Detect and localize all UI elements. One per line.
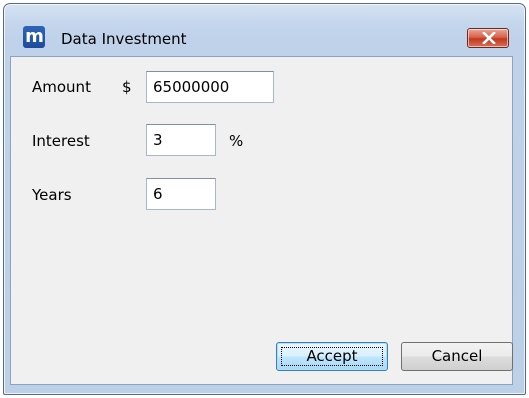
amount-label: Amount	[32, 78, 91, 96]
cancel-button-label: Cancel	[431, 347, 483, 365]
amount-input[interactable]: 65000000	[146, 71, 274, 103]
close-button[interactable]	[467, 28, 509, 48]
window-title: Data Investment	[61, 30, 187, 48]
years-input[interactable]: 6	[146, 178, 216, 210]
cancel-button[interactable]: Cancel	[401, 342, 513, 371]
dialog-content	[10, 56, 513, 385]
years-label: Years	[32, 186, 72, 204]
amount-currency-symbol: $	[122, 78, 132, 96]
interest-percent-symbol: %	[229, 132, 244, 150]
app-logo-icon: m	[23, 26, 45, 48]
interest-input[interactable]: 3	[146, 124, 216, 156]
interest-label: Interest	[32, 132, 90, 150]
focus-ring	[281, 347, 383, 366]
close-icon	[482, 32, 496, 44]
accept-button[interactable]: Accept	[276, 342, 388, 371]
